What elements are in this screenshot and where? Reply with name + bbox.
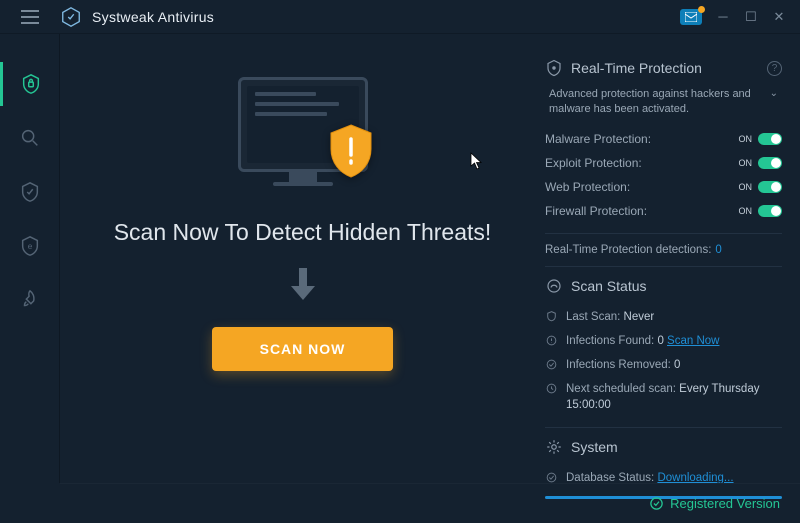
sidebar-item-boost[interactable]	[0, 278, 60, 322]
toggle-web[interactable]	[758, 181, 782, 193]
app-logo-icon	[60, 6, 82, 28]
protection-row-exploit: Exploit Protection: ON	[545, 151, 782, 175]
toggle-exploit[interactable]	[758, 157, 782, 169]
titlebar: Systweak Antivirus ─ ☐ ✕	[0, 0, 800, 34]
scan-now-link[interactable]: Scan Now	[667, 335, 719, 347]
sidebar-item-protection[interactable]	[0, 62, 60, 106]
arrow-down-icon	[289, 266, 317, 307]
hamburger-menu-button[interactable]	[0, 0, 60, 34]
protection-row-web: Web Protection: ON	[545, 175, 782, 199]
next-scan-row: Next scheduled scan: Every Thursday 15:0…	[545, 377, 782, 417]
main-panel: Scan Now To Detect Hidden Threats! SCAN …	[60, 59, 545, 483]
sidebar-item-shield[interactable]	[0, 170, 60, 214]
sidebar: e	[0, 34, 60, 483]
window-controls: ─ ☐ ✕	[680, 4, 792, 30]
minimize-button[interactable]: ─	[710, 4, 736, 30]
detections-row: Real-Time Protection detections: 0	[545, 244, 782, 256]
last-scan-row: Last Scan: Never	[545, 305, 782, 329]
scan-status-header: Scan Status	[545, 277, 782, 295]
app-logo-wrap: Systweak Antivirus	[60, 6, 214, 28]
infections-found-row: Infections Found: 0 Scan Now	[545, 329, 782, 353]
toggle-malware[interactable]	[758, 133, 782, 145]
system-title: System	[571, 439, 618, 455]
maximize-button[interactable]: ☐	[738, 4, 764, 30]
system-header: System	[545, 438, 782, 456]
scan-status-title: Scan Status	[571, 278, 647, 294]
help-icon[interactable]: ?	[767, 61, 782, 76]
toggle-firewall[interactable]	[758, 205, 782, 217]
close-button[interactable]: ✕	[766, 4, 792, 30]
svg-text:e: e	[27, 242, 32, 251]
alert-shield-icon	[327, 123, 375, 179]
sidebar-item-scan[interactable]	[0, 116, 60, 160]
protection-row-firewall: Firewall Protection: ON	[545, 199, 782, 223]
realtime-note-row[interactable]: Advanced protection against hackers and …	[545, 87, 782, 127]
realtime-note: Advanced protection against hackers and …	[549, 87, 762, 117]
footer: Registered Version	[60, 483, 800, 523]
app-title: Systweak Antivirus	[92, 9, 214, 25]
side-panel: Real-Time Protection ? Advanced protecti…	[545, 59, 800, 483]
sidebar-item-privacy[interactable]: e	[0, 224, 60, 268]
chevron-down-icon: ⌄	[762, 87, 778, 117]
infections-removed-row: Infections Removed: 0	[545, 353, 782, 377]
scan-now-button[interactable]: SCAN NOW	[212, 327, 394, 371]
realtime-header: Real-Time Protection ?	[545, 59, 782, 77]
realtime-title: Real-Time Protection	[571, 60, 702, 76]
registered-badge: Registered Version	[649, 496, 780, 511]
protection-row-malware: Malware Protection: ON	[545, 127, 782, 151]
monitor-illustration	[223, 77, 383, 197]
notification-badge-icon[interactable]	[680, 9, 702, 25]
headline: Scan Now To Detect Hidden Threats!	[114, 217, 492, 248]
